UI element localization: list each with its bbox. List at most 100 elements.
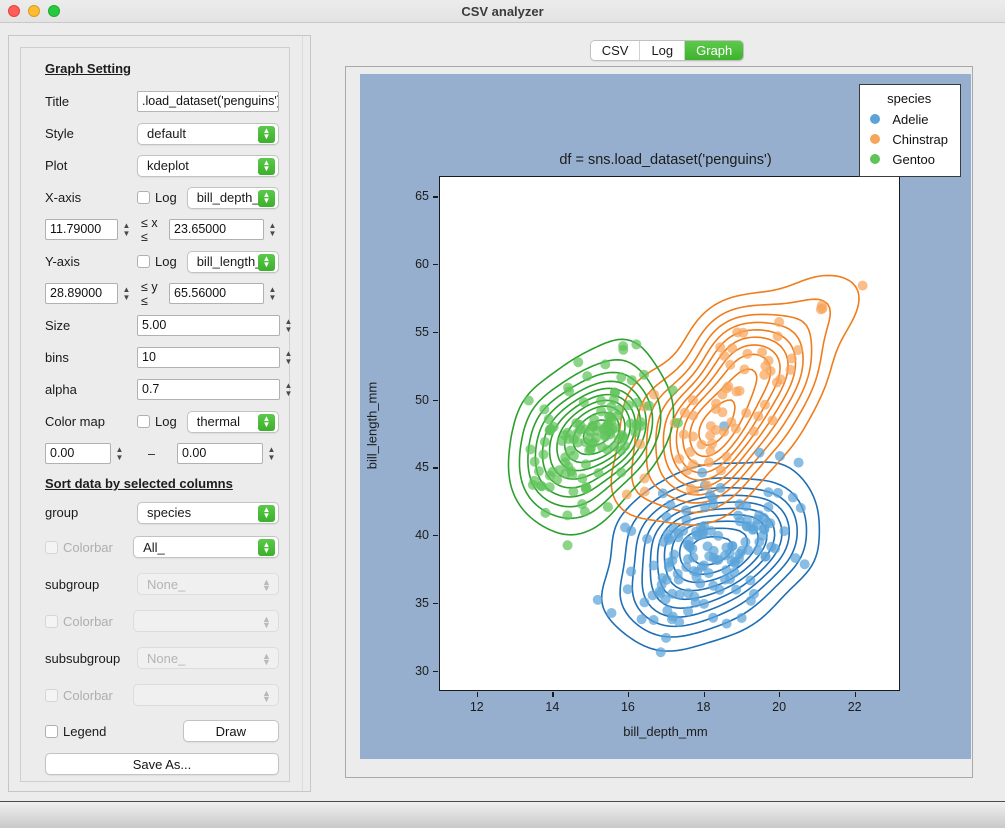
xmin-input[interactable]: 11.79000 (45, 219, 118, 240)
group-label: group (45, 505, 79, 520)
colormap-max-input[interactable]: 0.00 (176, 443, 263, 464)
group-colorbar-checkbox[interactable] (45, 540, 58, 554)
chevron-updown-icon: ▲ ▼ (258, 125, 275, 143)
y-tick-mark (433, 264, 438, 266)
group-select[interactable]: species ▲ ▼ (137, 501, 279, 524)
scatter-point (621, 489, 632, 500)
subgroup-colorbar-select[interactable]: ▲ ▼ (133, 610, 279, 632)
row-xrange: 11.79000 ▲ ▼ ≤ x ≤ 23.65000 ▲ ▼ (31, 214, 279, 245)
chevron-updown-icon: ▲ ▼ (258, 253, 275, 271)
scatter-point (857, 280, 868, 291)
scatter-point (661, 511, 672, 522)
colormap-min-stepper-icon[interactable]: ▲ ▼ (113, 444, 126, 464)
y-tick-label: 55 (415, 324, 429, 339)
size-spinner[interactable]: 5.00 ▲ ▼ (137, 315, 295, 336)
graph-panel: CSV Log Graph df = sns.load_dataset('pen… (320, 35, 996, 792)
tab-log[interactable]: Log (640, 41, 686, 60)
scatter-point (696, 439, 707, 450)
plot-select[interactable]: kdeplot ▲ ▼ (137, 154, 279, 177)
scatter-point (667, 385, 678, 396)
colormap-min-input[interactable]: 0.00 (45, 443, 111, 464)
yaxis-column-select[interactable]: bill_length_ ▲ ▼ (186, 250, 279, 273)
x-tick-label: 12 (469, 700, 484, 714)
scatter-point (688, 410, 699, 421)
draw-button[interactable]: Draw (182, 720, 279, 742)
group-colorbar-select[interactable]: All_ ▲ ▼ (133, 536, 279, 558)
scatter-point (716, 465, 726, 476)
scatter-point (727, 343, 738, 354)
scatter-point (745, 575, 756, 586)
xaxis-column-value: bill_depth_r (196, 190, 264, 205)
xaxis-log-checkbox[interactable] (137, 191, 150, 204)
colormap-log-checkbox[interactable] (137, 415, 150, 428)
scatter-point (774, 317, 785, 328)
ymax-stepper-icon[interactable]: ▲ ▼ (266, 284, 279, 304)
xmax-stepper-icon[interactable]: ▲ ▼ (266, 220, 279, 240)
x-tick-mark (627, 692, 630, 697)
scatter-point (717, 407, 728, 418)
ymax-spinner[interactable]: 65.56000 ▲ ▼ (169, 283, 279, 304)
bins-stepper-icon[interactable]: ▲ ▼ (282, 348, 295, 368)
scatter-point (700, 502, 711, 513)
size-stepper-icon[interactable]: ▲ ▼ (282, 316, 295, 336)
alpha-input[interactable]: 0.7 (137, 379, 280, 400)
scatter-point (719, 350, 730, 361)
scatter-point (609, 387, 620, 398)
scatter-point (562, 510, 573, 521)
tab-segmented-control[interactable]: CSV Log Graph (589, 40, 745, 61)
scatter-point (795, 502, 806, 513)
row-alpha: alpha 0.7 ▲ ▼ (31, 374, 292, 405)
subsubgroup-select[interactable]: None_ ▲ ▼ (137, 647, 279, 669)
bins-input[interactable]: 10 (137, 347, 280, 368)
y-tick-label: 40 (415, 528, 429, 543)
alpha-stepper-icon[interactable]: ▲ ▼ (282, 380, 295, 400)
scatter-point (602, 502, 613, 513)
row-subgroup: subgroup None_ ▲ ▼ (31, 566, 279, 602)
scatter-point (763, 487, 774, 498)
tab-graph[interactable]: Graph (685, 41, 744, 60)
settings-scroll-area[interactable]: Graph Setting Title .load_dataset('pengu… (8, 35, 311, 792)
xaxis-column-select[interactable]: bill_depth_r ▲ ▼ (186, 186, 279, 209)
scatter-point (644, 400, 655, 411)
tab-csv[interactable]: CSV (590, 41, 641, 60)
subsubgroup-colorbar-select[interactable]: ▲ ▼ (133, 684, 279, 706)
xmax-input[interactable]: 23.65000 (169, 219, 264, 240)
scatter-point (739, 364, 750, 375)
settings-scrollbar[interactable] (302, 36, 310, 791)
ymin-input[interactable]: 28.89000 (45, 283, 118, 304)
ymax-input[interactable]: 65.56000 (169, 283, 264, 304)
x-tick-mark (552, 692, 554, 697)
style-select[interactable]: default ▲ ▼ (137, 122, 279, 145)
chevron-updown-icon: ▲ ▼ (258, 539, 275, 556)
colormap-min-spinner[interactable]: 0.00 ▲ ▼ (45, 443, 126, 464)
xmin-spinner[interactable]: 11.79000 ▲ ▼ (45, 219, 133, 240)
ymin-spinner[interactable]: 28.89000 ▲ ▼ (45, 283, 133, 304)
row-group-colorbar: Colorbar All_ ▲ ▼ (31, 529, 279, 565)
plot-value: kdeplot (147, 158, 189, 173)
ymin-stepper-icon[interactable]: ▲ ▼ (120, 284, 133, 304)
alpha-spinner[interactable]: 0.7 ▲ ▼ (137, 379, 295, 400)
colormap-select[interactable]: thermal ▲ ▼ (186, 410, 279, 433)
colormap-max-spinner[interactable]: 0.00 ▲ ▼ (176, 443, 278, 464)
subgroup-select[interactable]: None_ ▲ ▼ (137, 573, 279, 595)
subsubgroup-label: subsubgroup (45, 650, 121, 666)
save-as-button[interactable]: Save As... (45, 753, 279, 775)
legend-item-gentoo: Gentoo (870, 149, 948, 169)
size-input[interactable]: 5.00 (137, 315, 280, 336)
yaxis-log-checkbox[interactable] (137, 255, 150, 268)
subgroup-label: subgroup (45, 576, 100, 592)
window-title: CSV analyzer (461, 4, 544, 19)
title-input[interactable]: .load_dataset('penguins') (137, 91, 279, 112)
scatter-point (703, 568, 714, 579)
bins-spinner[interactable]: 10 ▲ ▼ (137, 347, 295, 368)
scatter-point (740, 536, 751, 547)
legend-checkbox[interactable] (45, 724, 58, 738)
xmax-spinner[interactable]: 23.65000 ▲ ▼ (169, 219, 279, 240)
scatter-point (563, 382, 574, 393)
scatter-point (699, 520, 710, 531)
xmin-stepper-icon[interactable]: ▲ ▼ (120, 220, 133, 240)
colormap-max-stepper-icon[interactable]: ▲ ▼ (265, 444, 278, 464)
subgroup-colorbar-checkbox[interactable] (45, 614, 58, 628)
scatter-point (730, 423, 741, 434)
subsubgroup-colorbar-checkbox[interactable] (45, 688, 58, 702)
